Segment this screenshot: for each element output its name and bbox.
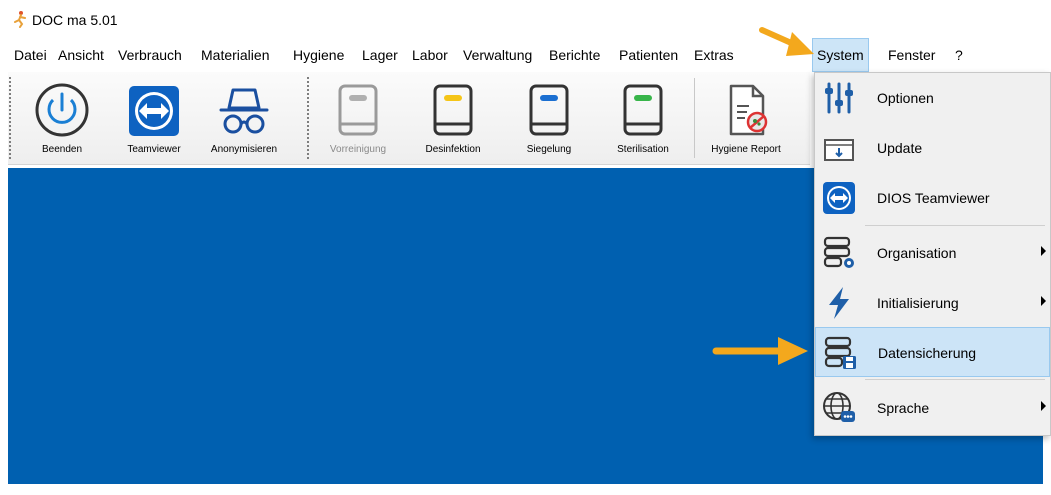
siegelung-label: Siegelung	[526, 144, 572, 155]
menu-system[interactable]: System	[812, 38, 869, 72]
vorreinigung-label: Vorreinigung	[329, 144, 387, 155]
database-gear-icon	[823, 236, 854, 268]
desinfektion-button[interactable]: Desinfektion	[416, 72, 490, 164]
vorreinigung-button: Vorreinigung	[320, 72, 396, 164]
hygiene-report-button[interactable]: Hygiene Report	[700, 72, 792, 164]
sprache-label: Sprache	[877, 400, 930, 416]
teamviewer-label: Teamviewer	[127, 144, 181, 155]
menu-patienten[interactable]: Patienten	[617, 38, 680, 72]
beenden-button[interactable]: Beenden	[30, 72, 94, 164]
optionen-label: Optionen	[877, 90, 934, 106]
globe-chat-icon	[823, 392, 855, 422]
submenu-arrow-icon	[1041, 296, 1046, 306]
menu-separator	[865, 225, 1045, 226]
book-yellow-icon	[433, 84, 473, 136]
menu-item-update[interactable]: Update	[815, 123, 1050, 173]
teamviewer-button[interactable]: Teamviewer	[118, 72, 190, 164]
siegelung-button[interactable]: Siegelung	[514, 72, 584, 164]
beenden-label: Beenden	[41, 144, 83, 155]
menu-item-organisation[interactable]: Organisation	[815, 228, 1050, 278]
menu-ansicht[interactable]: Ansicht	[56, 38, 106, 72]
sliders-icon	[825, 82, 853, 114]
hygiene-report-label: Hygiene Report	[711, 144, 781, 155]
sterilisation-label: Sterilisation	[617, 144, 669, 155]
teamviewer-icon	[129, 86, 179, 136]
toolbar-separator	[694, 78, 695, 158]
power-icon	[35, 83, 89, 137]
organisation-label: Organisation	[877, 245, 957, 261]
update-icon	[824, 139, 854, 161]
toolbar: Beenden Teamviewer Anonymisieren Vorrein…	[8, 72, 810, 165]
submenu-arrow-icon	[1041, 246, 1046, 256]
initialisierung-label: Initialisierung	[877, 295, 959, 311]
annotation-arrow-icon	[759, 27, 814, 56]
menu-labor[interactable]: Labor	[410, 38, 450, 72]
menu-item-dios-teamviewer[interactable]: DIOS Teamviewer	[815, 173, 1050, 223]
menu-extras[interactable]: Extras	[692, 38, 736, 72]
menu-item-optionen[interactable]: Optionen	[815, 73, 1050, 123]
menu-bar: Datei Ansicht Verbrauch Materialien Hygi…	[0, 38, 1051, 72]
datensicherung-label: Datensicherung	[878, 345, 977, 361]
book-blue-icon	[529, 84, 569, 136]
sterilisation-button[interactable]: Sterilisation	[606, 72, 680, 164]
menu-verwaltung[interactable]: Verwaltung	[461, 38, 534, 72]
menu-item-initialisierung[interactable]: Initialisierung	[815, 278, 1050, 328]
anonymisieren-button[interactable]: Anonymisieren	[202, 72, 286, 164]
menu-lager[interactable]: Lager	[360, 38, 400, 72]
update-label: Update	[877, 140, 923, 156]
menu-item-datensicherung[interactable]: Datensicherung	[815, 327, 1050, 377]
menu-fenster[interactable]: Fenster	[886, 38, 937, 72]
menu-separator	[865, 379, 1045, 380]
menu-help[interactable]: ?	[953, 38, 965, 72]
lightning-icon	[829, 287, 849, 319]
desinfektion-label: Desinfektion	[425, 144, 481, 155]
dios-teamviewer-label: DIOS Teamviewer	[877, 190, 990, 206]
teamviewer-icon	[823, 182, 855, 214]
book-green-icon	[623, 84, 663, 136]
report-icon	[729, 84, 768, 136]
database-save-icon	[824, 336, 856, 369]
system-menu-dropdown: Optionen Update DIOS Teamviewer Organisa…	[814, 72, 1051, 436]
toolbar-grip-2[interactable]	[306, 76, 310, 160]
menu-verbrauch[interactable]: Verbrauch	[116, 38, 184, 72]
window-title: DOC ma 5.01	[32, 12, 118, 28]
book-gray-icon	[338, 84, 378, 136]
anonymisieren-label: Anonymisieren	[210, 144, 278, 155]
submenu-arrow-icon	[1041, 401, 1046, 411]
title-bar: DOC ma 5.01	[0, 0, 1051, 38]
menu-hygiene[interactable]: Hygiene	[291, 38, 346, 72]
incognito-icon	[219, 88, 269, 134]
menu-materialien[interactable]: Materialien	[199, 38, 271, 72]
annotation-arrow-icon	[712, 337, 808, 365]
menu-berichte[interactable]: Berichte	[547, 38, 602, 72]
menu-item-sprache[interactable]: Sprache	[815, 383, 1050, 433]
doc-ma-logo-icon	[14, 11, 26, 28]
toolbar-grip[interactable]	[8, 76, 12, 160]
menu-datei[interactable]: Datei	[12, 38, 49, 72]
